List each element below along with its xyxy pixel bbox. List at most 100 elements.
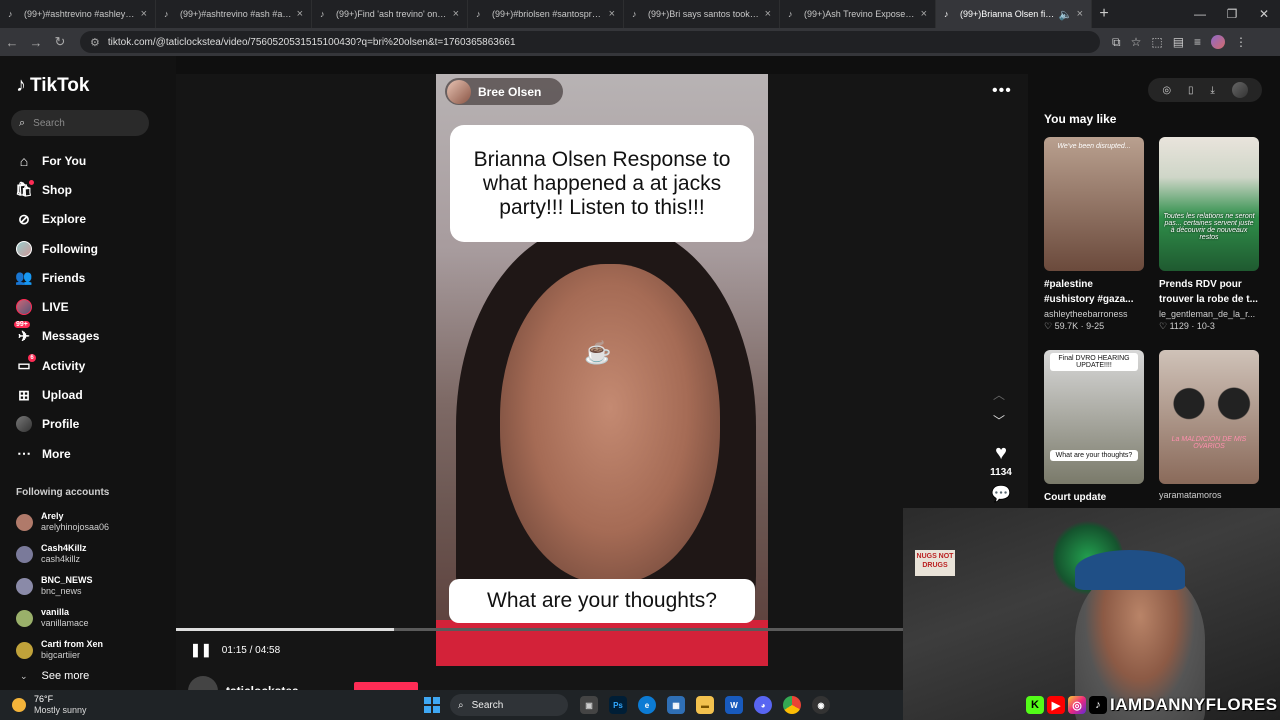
- nav-label: Following: [42, 241, 98, 256]
- maximize-icon[interactable]: ❐: [1216, 7, 1248, 21]
- browser-tab-active[interactable]: ♪ (99+)Brianna Olsen finally 🔈 ×: [936, 0, 1092, 28]
- video-author-name: Bree Olsen: [478, 84, 542, 99]
- search-input[interactable]: ⌕ Search: [11, 110, 149, 136]
- install-icon[interactable]: ⧉: [1112, 35, 1121, 50]
- avatar: [16, 609, 33, 627]
- account-item[interactable]: Cash4Killz cash4killz: [16, 538, 109, 570]
- search-placeholder: Search: [33, 117, 65, 129]
- tiktok-logo[interactable]: ♪ TikTok: [16, 74, 89, 97]
- close-tab-icon[interactable]: ×: [609, 8, 615, 20]
- video-author-pill[interactable]: Bree Olsen: [445, 78, 563, 105]
- back-icon[interactable]: ←: [0, 35, 24, 50]
- recommended-card[interactable]: Final DVRO HEARING UPDATE!!!! What are y…: [1044, 350, 1144, 505]
- phone-icon[interactable]: ▯: [1188, 85, 1194, 96]
- nav-explore[interactable]: ⊘ Explore: [16, 205, 99, 234]
- comment-icon[interactable]: 💬: [991, 484, 1011, 504]
- account-item[interactable]: vanilla vanillamace: [16, 602, 109, 634]
- close-tab-icon[interactable]: ×: [453, 8, 459, 20]
- nav-activity[interactable]: ▭ 6 Activity: [16, 351, 99, 380]
- live-icon: [16, 299, 32, 316]
- nav-more[interactable]: ⋯ More: [16, 439, 99, 468]
- discord-icon[interactable]: ◕: [754, 696, 772, 714]
- photoshop-icon[interactable]: Ps: [609, 696, 627, 714]
- close-tab-icon[interactable]: ×: [1077, 8, 1083, 20]
- following-avatar-icon: [16, 240, 32, 257]
- browser-actions: ⧉ ☆ ⬚ ▤ ≡ ⋮: [1112, 35, 1247, 50]
- close-window-icon[interactable]: ✕: [1248, 7, 1280, 21]
- file-explorer-icon[interactable]: ▬: [696, 696, 714, 714]
- browser-tab[interactable]: ♪ (99+)Bri says santos took her p ×: [624, 0, 780, 28]
- download-icon[interactable]: ⤓: [1210, 85, 1214, 96]
- more-options-icon[interactable]: •••: [992, 82, 1012, 100]
- menu-lines-icon[interactable]: ≡: [1194, 35, 1201, 49]
- recommended-card[interactable]: La MALDICIÓN DE MIS OVARIOS yaramatamoro…: [1159, 350, 1259, 500]
- browser-tab[interactable]: ♪ (99+)Find 'ash trevino' on TikT ×: [312, 0, 468, 28]
- chevron-down-icon[interactable]: ﹀: [993, 412, 1005, 429]
- close-tab-icon[interactable]: ×: [921, 8, 927, 20]
- video-progress-bar[interactable]: [176, 628, 903, 631]
- social-handle-overlay: K ▶ ◎ ♪ IAMDANNYFLORES: [1026, 694, 1278, 716]
- extensions-icon[interactable]: ⬚: [1151, 35, 1162, 49]
- coin-icon[interactable]: ◎: [1162, 85, 1171, 96]
- recommended-card[interactable]: We've been disrupted... #palestine #ushi…: [1044, 137, 1144, 332]
- nav-profile[interactable]: Profile: [16, 410, 99, 439]
- speaker-icon[interactable]: 🔈: [1059, 8, 1073, 21]
- nav-label: LIVE: [42, 300, 69, 315]
- browser-tab[interactable]: ♪ (99+)Ash Trevino Exposes Bri C ×: [780, 0, 936, 28]
- minimize-icon[interactable]: —: [1184, 7, 1216, 21]
- nav-shop[interactable]: 🛍 Shop: [15, 175, 99, 204]
- browser-tab[interactable]: ♪ (99+)#briolsen #santosprc #a ×: [468, 0, 624, 28]
- new-tab-button[interactable]: +: [1092, 5, 1116, 23]
- windows-start-icon[interactable]: [424, 697, 440, 713]
- close-tab-icon[interactable]: ×: [297, 8, 303, 20]
- forward-icon[interactable]: →: [24, 35, 48, 50]
- nav-label: For You: [42, 153, 87, 168]
- nav-for-you[interactable]: ⌂ For You: [16, 146, 99, 175]
- task-view-icon[interactable]: ▣: [580, 696, 598, 714]
- pause-icon[interactable]: ❚❚: [190, 642, 212, 658]
- thumb-overlay-text: We've been disrupted...: [1057, 143, 1131, 150]
- more-icon: ⋯: [17, 445, 31, 462]
- recommended-card[interactable]: Toutes les relations ne seront pas... ce…: [1159, 137, 1259, 332]
- url-text: tiktok.com/@taticlockstea/video/75605205…: [107, 36, 516, 48]
- avatar[interactable]: [1231, 82, 1248, 98]
- browser-menu-icon[interactable]: ⋮: [1235, 35, 1247, 49]
- browser-tab[interactable]: ♪ (99+)#ashtrevino #ashleytrevi ×: [0, 0, 156, 28]
- browser-profile-avatar[interactable]: [1211, 35, 1226, 49]
- edge-icon[interactable]: e: [638, 696, 656, 714]
- thumb-overlay-text: La MALDICIÓN DE MIS OVARIOS: [1171, 436, 1247, 450]
- nav-label: Explore: [42, 212, 87, 227]
- bookmark-star-icon[interactable]: ☆: [1131, 35, 1142, 49]
- account-item[interactable]: Arely arelyhinojosaa06: [16, 506, 109, 538]
- nav-friends[interactable]: 👥 Friends: [15, 263, 99, 292]
- reload-icon[interactable]: ↻: [48, 34, 72, 50]
- nav-following[interactable]: Following: [16, 234, 99, 263]
- chrome-icon[interactable]: [783, 696, 801, 714]
- account-name: BNC_NEWS: [41, 575, 93, 585]
- like-button[interactable]: ♥ 1134: [988, 442, 1014, 478]
- obs-icon[interactable]: ◉: [812, 696, 830, 714]
- close-tab-icon[interactable]: ×: [141, 8, 147, 20]
- chevron-up-icon[interactable]: ︿: [993, 386, 1005, 403]
- sidepanel-icon[interactable]: ▤: [1173, 35, 1184, 49]
- see-more-button[interactable]: ⌄ See more: [20, 670, 89, 682]
- nav-label: Activity: [42, 358, 86, 373]
- nav-messages[interactable]: ✈ 99+ Messages: [14, 321, 99, 351]
- weather-widget[interactable]: 76°F Mostly sunny: [12, 694, 87, 716]
- address-bar[interactable]: ⚙ tiktok.com/@taticlockstea/video/756052…: [80, 31, 1100, 53]
- account-item[interactable]: BNC_NEWS bnc_news: [16, 570, 109, 602]
- word-icon[interactable]: W: [725, 696, 743, 714]
- taskbar-search[interactable]: ⌕ Search: [450, 694, 568, 716]
- site-info-icon[interactable]: ⚙: [90, 36, 100, 49]
- account-name: vanilla: [41, 607, 70, 617]
- tiktok-favicon-icon: ♪: [788, 9, 793, 19]
- close-tab-icon[interactable]: ×: [765, 8, 771, 20]
- account-item[interactable]: Carti from Xen bigcartiier: [16, 634, 109, 666]
- nav-upload[interactable]: ⊞ Upload: [16, 380, 99, 409]
- browser-tab[interactable]: ♪ (99+)#ashtrevino #ash #ashley ×: [156, 0, 312, 28]
- nav-live[interactable]: LIVE: [16, 292, 99, 321]
- store-icon[interactable]: ▦: [667, 696, 685, 714]
- logo-text: TikTok: [30, 74, 90, 96]
- account-handle: bigcartiier: [41, 650, 81, 660]
- search-icon: ⌕: [19, 116, 26, 129]
